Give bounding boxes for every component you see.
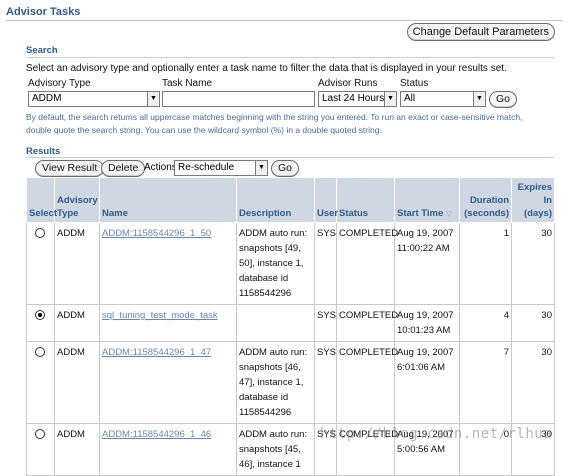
- results-divider: [26, 157, 555, 158]
- title-divider: [6, 20, 563, 21]
- chevron-down-icon: ▼: [384, 92, 396, 106]
- watermark: http://blog.csdn.net/rlhua: [320, 426, 553, 442]
- results-section-title: Results: [26, 146, 61, 157]
- advisor-runs-label: Advisor Runs: [318, 78, 378, 89]
- table-row: ADDM ADDM:1158544296_1_50 ADDM auto run:…: [26, 222, 555, 305]
- delete-button[interactable]: Delete: [101, 160, 146, 177]
- row-select[interactable]: [26, 341, 55, 424]
- sort-descending-icon: ▽: [445, 209, 453, 218]
- page-title: Advisor Tasks: [6, 6, 81, 18]
- table-row: ADDM sql_tuning_test_mode_task SYS COMPL…: [26, 304, 555, 342]
- cell-type: ADDM: [54, 423, 100, 476]
- view-result-button[interactable]: View Result: [35, 160, 105, 177]
- cell-status: COMPLETED: [336, 341, 398, 424]
- task-name-link[interactable]: ADDM:1158544296_1_47: [102, 347, 211, 358]
- search-section-title: Search: [26, 45, 58, 56]
- actions-select[interactable]: Re-schedule ▼: [174, 160, 268, 176]
- cell-user: SYS: [314, 341, 337, 424]
- cell-duration: 1: [459, 222, 512, 305]
- cell-duration: 7: [459, 341, 512, 424]
- search-divider: [26, 57, 555, 58]
- task-name-link[interactable]: ADDM:1158544296_1_46: [102, 429, 211, 440]
- column-user[interactable]: User: [314, 177, 338, 223]
- actions-value: Re-schedule: [178, 162, 235, 173]
- radio-icon[interactable]: [35, 429, 45, 439]
- cell-status: COMPLETED: [336, 304, 398, 342]
- column-name[interactable]: Name: [99, 177, 237, 223]
- row-select[interactable]: [26, 304, 55, 342]
- column-select: Select: [26, 177, 57, 223]
- cell-user: SYS: [314, 304, 337, 342]
- status-value: All: [404, 93, 416, 104]
- cell-description: ADDM auto run: snapshots [45, 46], insta…: [236, 423, 315, 476]
- advisory-type-value: ADDM: [32, 93, 62, 104]
- cell-type: ADDM: [54, 304, 100, 342]
- column-description: Description: [236, 177, 315, 223]
- advisor-runs-select[interactable]: Last 24 Hours ▼: [318, 91, 397, 107]
- change-default-parameters-button[interactable]: Change Default Parameters: [406, 23, 555, 41]
- row-select[interactable]: [26, 222, 55, 305]
- radio-icon[interactable]: [35, 310, 45, 320]
- cell-type: ADDM: [54, 341, 100, 424]
- column-start-time[interactable]: Start Time ▽: [394, 177, 460, 223]
- cell-description: ADDM auto run: snapshots [49, 50], insta…: [236, 222, 315, 305]
- search-instructions: Select an advisory type and optionally e…: [26, 63, 507, 74]
- radio-icon[interactable]: [35, 228, 45, 238]
- column-start-time-label: Start Time: [397, 208, 444, 219]
- cell-start-time: Aug 19, 2007 11:00:22 AM: [394, 222, 460, 305]
- advisory-type-label: Advisory Type: [28, 78, 91, 89]
- column-duration[interactable]: Duration (seconds): [459, 177, 512, 223]
- cell-type: ADDM: [54, 222, 100, 305]
- cell-start-time: Aug 19, 2007 6:01:06 AM: [394, 341, 460, 424]
- task-name-input[interactable]: [162, 91, 315, 107]
- cell-expires: 30: [511, 341, 555, 424]
- cell-description: [236, 304, 315, 342]
- table-header-row: Select Advisory Type Name Description Us…: [26, 177, 555, 223]
- chevron-down-icon: ▼: [473, 92, 485, 106]
- status-label: Status: [400, 78, 429, 89]
- actions-go-button[interactable]: Go: [271, 160, 300, 177]
- column-status[interactable]: Status: [336, 177, 395, 223]
- column-expires[interactable]: Expires In (days): [511, 177, 555, 223]
- row-select[interactable]: [26, 423, 55, 476]
- task-name-label: Task Name: [162, 78, 213, 89]
- cell-user: SYS: [314, 222, 337, 305]
- table-row: ADDM ADDM:1158544296_1_47 ADDM auto run:…: [26, 341, 555, 424]
- actions-label: Actions: [144, 162, 177, 173]
- cell-status: COMPLETED: [336, 222, 398, 305]
- search-go-button[interactable]: Go: [489, 91, 518, 108]
- chevron-down-icon: ▼: [255, 161, 267, 175]
- advisory-type-select[interactable]: ADDM ▼: [28, 91, 160, 107]
- search-hint: By default, the search returns all upper…: [26, 112, 523, 135]
- cell-duration: 4: [459, 304, 512, 342]
- task-name-link[interactable]: ADDM:1158544296_1_50: [102, 228, 211, 239]
- radio-icon[interactable]: [35, 347, 45, 357]
- task-name-link[interactable]: sql_tuning_test_mode_task: [102, 310, 218, 321]
- column-advisory-type: Advisory Type: [54, 177, 100, 223]
- cell-start-time: Aug 19, 2007 10:01:23 AM: [394, 304, 460, 342]
- cell-expires: 30: [511, 304, 555, 342]
- cell-description: ADDM auto run: snapshots [46, 47], insta…: [236, 341, 315, 424]
- status-select[interactable]: All ▼: [400, 91, 486, 107]
- cell-expires: 30: [511, 222, 555, 305]
- advisor-runs-value: Last 24 Hours: [322, 93, 385, 104]
- chevron-down-icon: ▼: [147, 92, 159, 106]
